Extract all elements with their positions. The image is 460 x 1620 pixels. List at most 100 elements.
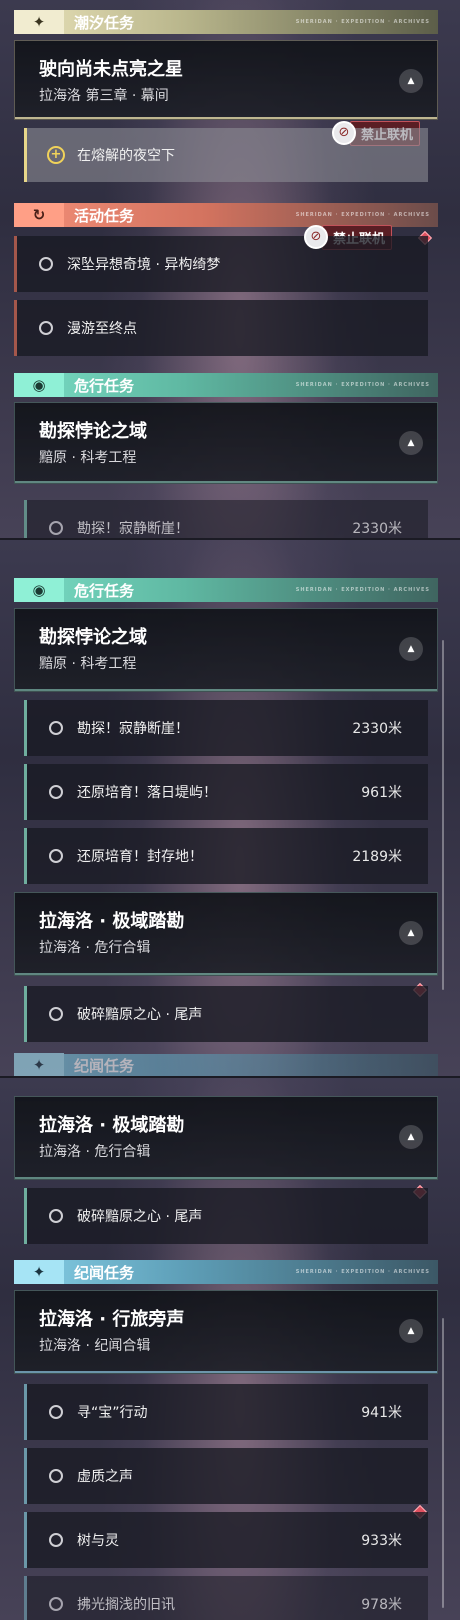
- task-label: 还原培育！落日堤屿！: [77, 785, 217, 801]
- scrollbar-thumb[interactable]: [442, 1318, 444, 1608]
- quest-title: 勘探悖论之域: [39, 421, 147, 442]
- danger-quest-header[interactable]: ◉ 危行任务 SHERIDAN · EXPEDITION · ARCHIVES: [14, 578, 438, 602]
- quest-title: 拉海洛 · 行旅旁声: [39, 1309, 185, 1330]
- sub-task[interactable]: 勘探！寂静断崖！ 2330米: [24, 500, 428, 540]
- sparkle-icon: ✦: [14, 1260, 64, 1284]
- quest-subtitle: 黯原 · 科考工程: [39, 450, 137, 466]
- globe-forbidden-icon: ⊘: [304, 225, 328, 249]
- lore-quest-header-label: 纪闻任务: [74, 1056, 135, 1075]
- quest-subtitle: 拉海洛 · 纪闻合辑: [39, 1338, 151, 1354]
- lore-quest-header[interactable]: ✦ 纪闻任务 SHERIDAN · EXPEDITION · ARCHIVES: [14, 1260, 438, 1284]
- task-distance: 933米: [361, 1533, 402, 1549]
- header-decoration: SHERIDAN · EXPEDITION · ARCHIVES: [295, 19, 430, 25]
- quest-title: 拉海洛 · 极域踏勘: [39, 1115, 185, 1136]
- radio-icon: [49, 1533, 63, 1547]
- sub-task-active[interactable]: + 在熔解的夜空下: [24, 128, 428, 182]
- task-label: 拂光搁浅的旧讯: [77, 1597, 175, 1613]
- sub-task[interactable]: 树与灵 933米: [24, 1512, 428, 1568]
- radio-icon: [49, 721, 63, 735]
- quest-card-danger-2[interactable]: 拉海洛 · 极域踏勘 拉海洛 · 危行合辑 ▲: [14, 1096, 438, 1180]
- quest-title: 拉海洛 · 极域踏勘: [39, 911, 185, 932]
- eye-icon: ◉: [14, 578, 64, 602]
- task-label: 虚质之声: [77, 1469, 133, 1485]
- chevron-up-icon: ▲: [407, 438, 415, 448]
- sub-task[interactable]: 寻“宝”行动 941米: [24, 1384, 428, 1440]
- header-decoration: SHERIDAN · EXPEDITION · ARCHIVES: [295, 1269, 430, 1275]
- radio-icon: [49, 785, 63, 799]
- sub-task[interactable]: 虚质之声: [24, 1448, 428, 1504]
- sub-task[interactable]: 深坠异想奇境 · 异构绮梦: [14, 236, 428, 292]
- task-label: 深坠异想奇境 · 异构绮梦: [67, 257, 221, 273]
- quest-subtitle: 拉海洛 · 危行合辑: [39, 940, 151, 956]
- collapse-button[interactable]: ▲: [399, 1319, 423, 1343]
- quest-card-danger[interactable]: 勘探悖论之域 黯原 · 科考工程 ▲: [14, 402, 438, 484]
- collapse-button[interactable]: ▲: [399, 637, 423, 661]
- sub-task[interactable]: 破碎黯原之心 · 尾声: [24, 1188, 428, 1244]
- task-label: 漫游至终点: [67, 321, 137, 337]
- task-distance: 961米: [361, 785, 402, 801]
- task-distance: 2330米: [352, 721, 402, 737]
- globe-forbidden-icon: ⊘: [332, 121, 356, 145]
- chevron-up-icon: ▲: [407, 644, 415, 654]
- chevron-up-icon: ▲: [407, 1132, 415, 1142]
- quest-title: 驶向尚未点亮之星: [39, 59, 183, 80]
- sparkle-icon: ✦: [14, 10, 64, 34]
- radio-icon: [49, 849, 63, 863]
- quest-card-tide[interactable]: 驶向尚未点亮之星 拉海洛 第三章 · 幕间 ▲: [14, 40, 438, 120]
- task-label: 还原培育！封存地！: [77, 849, 203, 865]
- quest-card-lore[interactable]: 拉海洛 · 行旅旁声 拉海洛 · 纪闻合辑 ▲: [14, 1290, 438, 1374]
- collapse-button[interactable]: ▲: [399, 921, 423, 945]
- event-quest-header[interactable]: ↻ 活动任务 SHERIDAN · EXPEDITION · ARCHIVES: [14, 203, 438, 227]
- header-decoration: SHERIDAN · EXPEDITION · ARCHIVES: [295, 587, 430, 593]
- task-label: 在熔解的夜空下: [77, 148, 175, 164]
- scrollbar-thumb[interactable]: [442, 640, 444, 990]
- quest-panel-bottom: 拉海洛 · 极域踏勘 拉海洛 · 危行合辑 ▲ 破碎黯原之心 · 尾声 ✦ 纪闻…: [0, 1078, 460, 1620]
- radio-icon: [49, 1209, 63, 1223]
- danger-quest-header[interactable]: ◉ 危行任务 SHERIDAN · EXPEDITION · ARCHIVES: [14, 373, 438, 397]
- task-distance: 2189米: [352, 849, 402, 865]
- danger-quest-header-label: 危行任务: [74, 376, 135, 395]
- task-distance: 941米: [361, 1405, 402, 1421]
- header-decoration: SHERIDAN · EXPEDITION · ARCHIVES: [295, 212, 430, 218]
- task-label: 破碎黯原之心 · 尾声: [77, 1007, 203, 1023]
- radio-icon: [49, 521, 63, 535]
- chevron-up-icon: ▲: [407, 1326, 415, 1336]
- sub-task[interactable]: 还原培育！落日堤屿！ 961米: [24, 764, 428, 820]
- quest-panel-middle: ◉ 危行任务 SHERIDAN · EXPEDITION · ARCHIVES …: [0, 540, 460, 1078]
- collapse-button[interactable]: ▲: [399, 69, 423, 93]
- task-label: 勘探！寂静断崖！: [77, 721, 189, 737]
- quest-subtitle: 黯原 · 科考工程: [39, 656, 137, 672]
- radio-icon: [49, 1597, 63, 1611]
- chevron-up-icon: ▲: [407, 928, 415, 938]
- refresh-icon: ↻: [14, 203, 64, 227]
- tide-quest-header[interactable]: ✦ 潮汐任务 SHERIDAN · EXPEDITION · ARCHIVES: [14, 10, 438, 34]
- track-plus-icon: +: [47, 146, 65, 164]
- collapse-button[interactable]: ▲: [399, 431, 423, 455]
- task-label: 树与灵: [77, 1533, 119, 1549]
- lore-quest-header-label: 纪闻任务: [74, 1263, 135, 1282]
- quest-subtitle: 拉海洛 第三章 · 幕间: [39, 88, 169, 104]
- lore-quest-header-peek[interactable]: ✦ 纪闻任务: [14, 1053, 438, 1077]
- header-decoration: SHERIDAN · EXPEDITION · ARCHIVES: [295, 382, 430, 388]
- event-quest-header-label: 活动任务: [74, 206, 135, 225]
- sub-task[interactable]: 拂光搁浅的旧讯 978米: [24, 1576, 428, 1620]
- quest-title: 勘探悖论之域: [39, 627, 147, 648]
- quest-card-danger[interactable]: 勘探悖论之域 黯原 · 科考工程 ▲: [14, 608, 438, 692]
- eye-icon: ◉: [14, 373, 64, 397]
- sub-task[interactable]: 破碎黯原之心 · 尾声: [24, 986, 428, 1042]
- task-label: 破碎黯原之心 · 尾声: [77, 1209, 203, 1225]
- sub-task[interactable]: 还原培育！封存地！ 2189米: [24, 828, 428, 884]
- radio-icon: [39, 257, 53, 271]
- radio-icon: [49, 1405, 63, 1419]
- radio-icon: [49, 1007, 63, 1021]
- collapse-button[interactable]: ▲: [399, 1125, 423, 1149]
- radio-icon: [49, 1469, 63, 1483]
- sub-task[interactable]: 勘探！寂静断崖！ 2330米: [24, 700, 428, 756]
- quest-card-danger-2[interactable]: 拉海洛 · 极域踏勘 拉海洛 · 危行合辑 ▲: [14, 892, 438, 976]
- task-distance: 978米: [361, 1597, 402, 1613]
- sparkle-icon: ✦: [14, 1053, 64, 1077]
- chevron-up-icon: ▲: [407, 76, 415, 86]
- task-label: 寻“宝”行动: [77, 1405, 148, 1421]
- sub-task[interactable]: 漫游至终点: [14, 300, 428, 356]
- quest-subtitle: 拉海洛 · 危行合辑: [39, 1144, 151, 1160]
